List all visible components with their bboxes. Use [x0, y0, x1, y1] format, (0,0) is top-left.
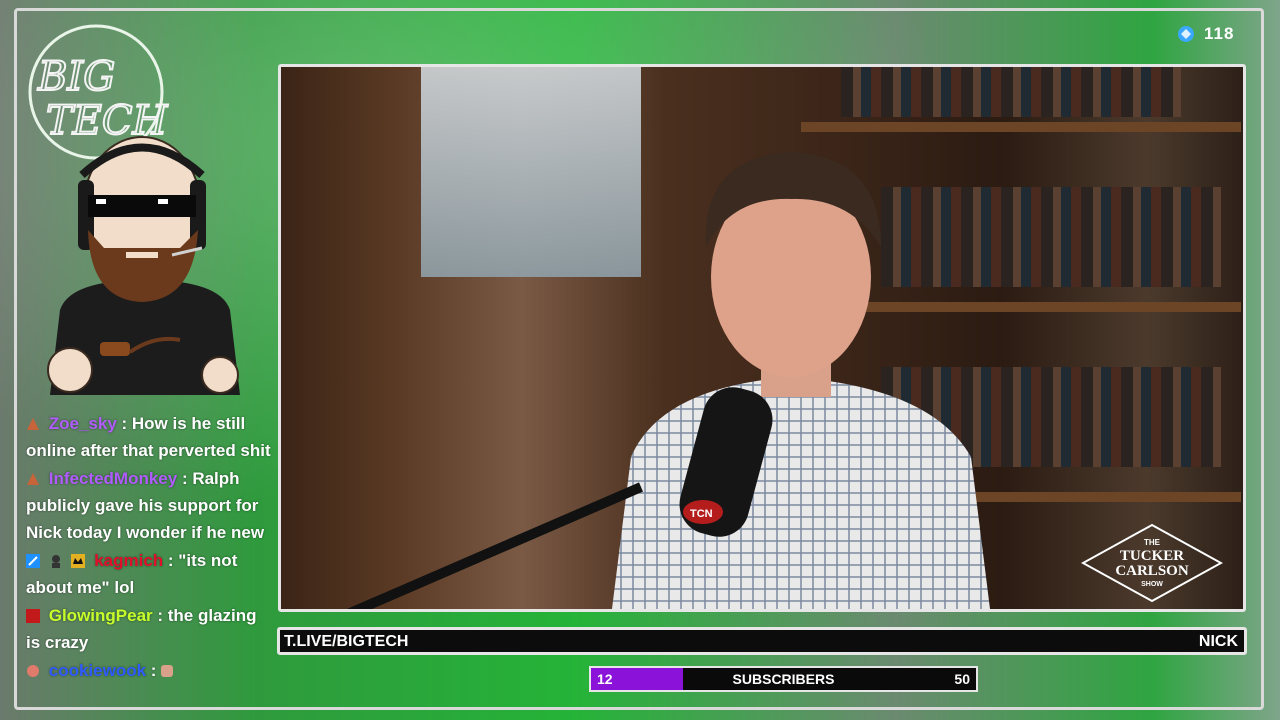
chat-message: InfectedMonkey : Ralph publicly gave his…	[26, 465, 274, 546]
user-badge-icon	[26, 412, 40, 430]
chat-emote-icon	[161, 665, 174, 677]
chat-message: cookiewook :	[26, 657, 274, 684]
ticker-right-text: NICK	[1198, 633, 1238, 650]
subscriber-label: SUBSCRIBERS	[732, 671, 835, 687]
user-badge-icon	[26, 604, 40, 623]
chat-username: cookiewook	[48, 661, 147, 680]
chat-separator: :	[146, 661, 162, 680]
svg-text:TUCKER: TUCKER	[1120, 548, 1184, 564]
chat-username: InfectedMonkey	[48, 469, 178, 488]
streamer-avatar	[47, 136, 240, 395]
ticker-left-text: T.LIVE/BIGTECH	[284, 633, 409, 650]
crown-badge-icon	[71, 549, 86, 568]
chat-message: kagmich : "its not about me" lol	[26, 547, 274, 601]
viewer-count-value: 118	[1204, 24, 1235, 43]
user-badge-icon	[26, 659, 40, 677]
tucker-carlson-show-logo: THE TUCKER CARLSON SHOW	[1081, 523, 1223, 603]
chat-separator: :	[116, 414, 132, 433]
chat-separator: :	[152, 606, 168, 625]
logo-text-top: BIG	[37, 54, 115, 100]
chat-message: GlowingPear : the glazing is crazy	[26, 602, 274, 656]
viewers-icon	[1178, 26, 1194, 42]
chat-separator: :	[163, 551, 179, 570]
mic-flag-label: TCN	[690, 508, 713, 520]
scrolling-ticker: T.LIVE/BIGTECH NICK	[277, 627, 1247, 655]
chat-message: Zoe_sky : How is he still online after t…	[26, 410, 274, 464]
svg-text:SHOW: SHOW	[1141, 581, 1163, 588]
chat-username: GlowingPear	[48, 606, 153, 625]
subscriber-goal-bar: 12 SUBSCRIBERS 50	[589, 666, 978, 692]
chat-separator: :	[177, 469, 193, 488]
chat-username: kagmich	[94, 551, 164, 570]
prime-badge-icon	[26, 549, 40, 568]
chat-overlay: Zoe_sky : How is he still online after t…	[26, 410, 274, 710]
video-feed: TCN THE TUCKER CARLSON SHOW	[278, 64, 1246, 612]
microphone: TCN	[346, 387, 773, 609]
sub-badge-icon	[49, 549, 63, 568]
chat-username: Zoe_sky	[48, 414, 117, 433]
viewer-count: 118	[1176, 24, 1234, 44]
user-badge-icon	[26, 467, 40, 485]
svg-text:CARLSON: CARLSON	[1115, 563, 1189, 579]
svg-text:THE: THE	[1144, 538, 1161, 547]
subscriber-goal: 50	[954, 671, 970, 687]
